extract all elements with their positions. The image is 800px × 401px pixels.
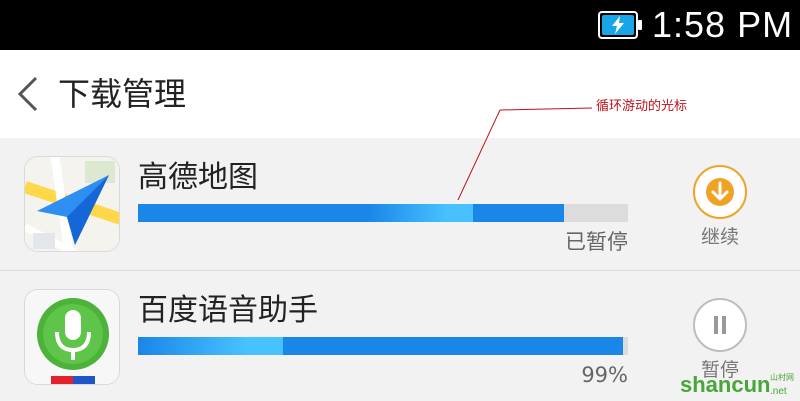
continue-label: 继续 [700,226,739,248]
svg-text:.net: .net [770,386,787,397]
watermark-logo: shancun 山村网 .net [680,368,796,400]
download-status: 已暂停 [565,230,628,254]
download-progress-bar [138,204,628,222]
baidu-voice-icon [24,289,120,385]
page-title: 下载管理 [58,75,187,113]
chevron-left-icon [17,76,38,112]
download-progress-bar [138,337,628,355]
app-name: 百度语音助手 [138,293,318,328]
status-bar: 1:58 PM [0,0,800,50]
progress-fill [138,337,623,355]
svg-text:shancun: shancun [680,372,770,397]
continue-button[interactable] [693,165,747,219]
progress-fill [138,204,564,222]
download-item: 高德地图 已暂停 继续 [0,138,800,270]
annotation-label: 循环游动的光标 [596,99,688,114]
download-arrow-icon [706,178,734,206]
progress-shine-cursor [138,337,283,355]
download-status: 99% [581,363,628,387]
svg-text:山村网: 山村网 [770,372,794,382]
status-time: 1:58 PM [652,4,794,45]
pause-icon [714,316,726,334]
app-header: 下载管理 [0,50,800,138]
back-button[interactable] [10,72,50,116]
app-name: 高德地图 [138,160,258,195]
progress-shine-cursor [368,204,473,222]
amap-icon [24,156,120,252]
pause-button[interactable] [693,298,747,352]
battery-charging-icon [598,11,642,39]
